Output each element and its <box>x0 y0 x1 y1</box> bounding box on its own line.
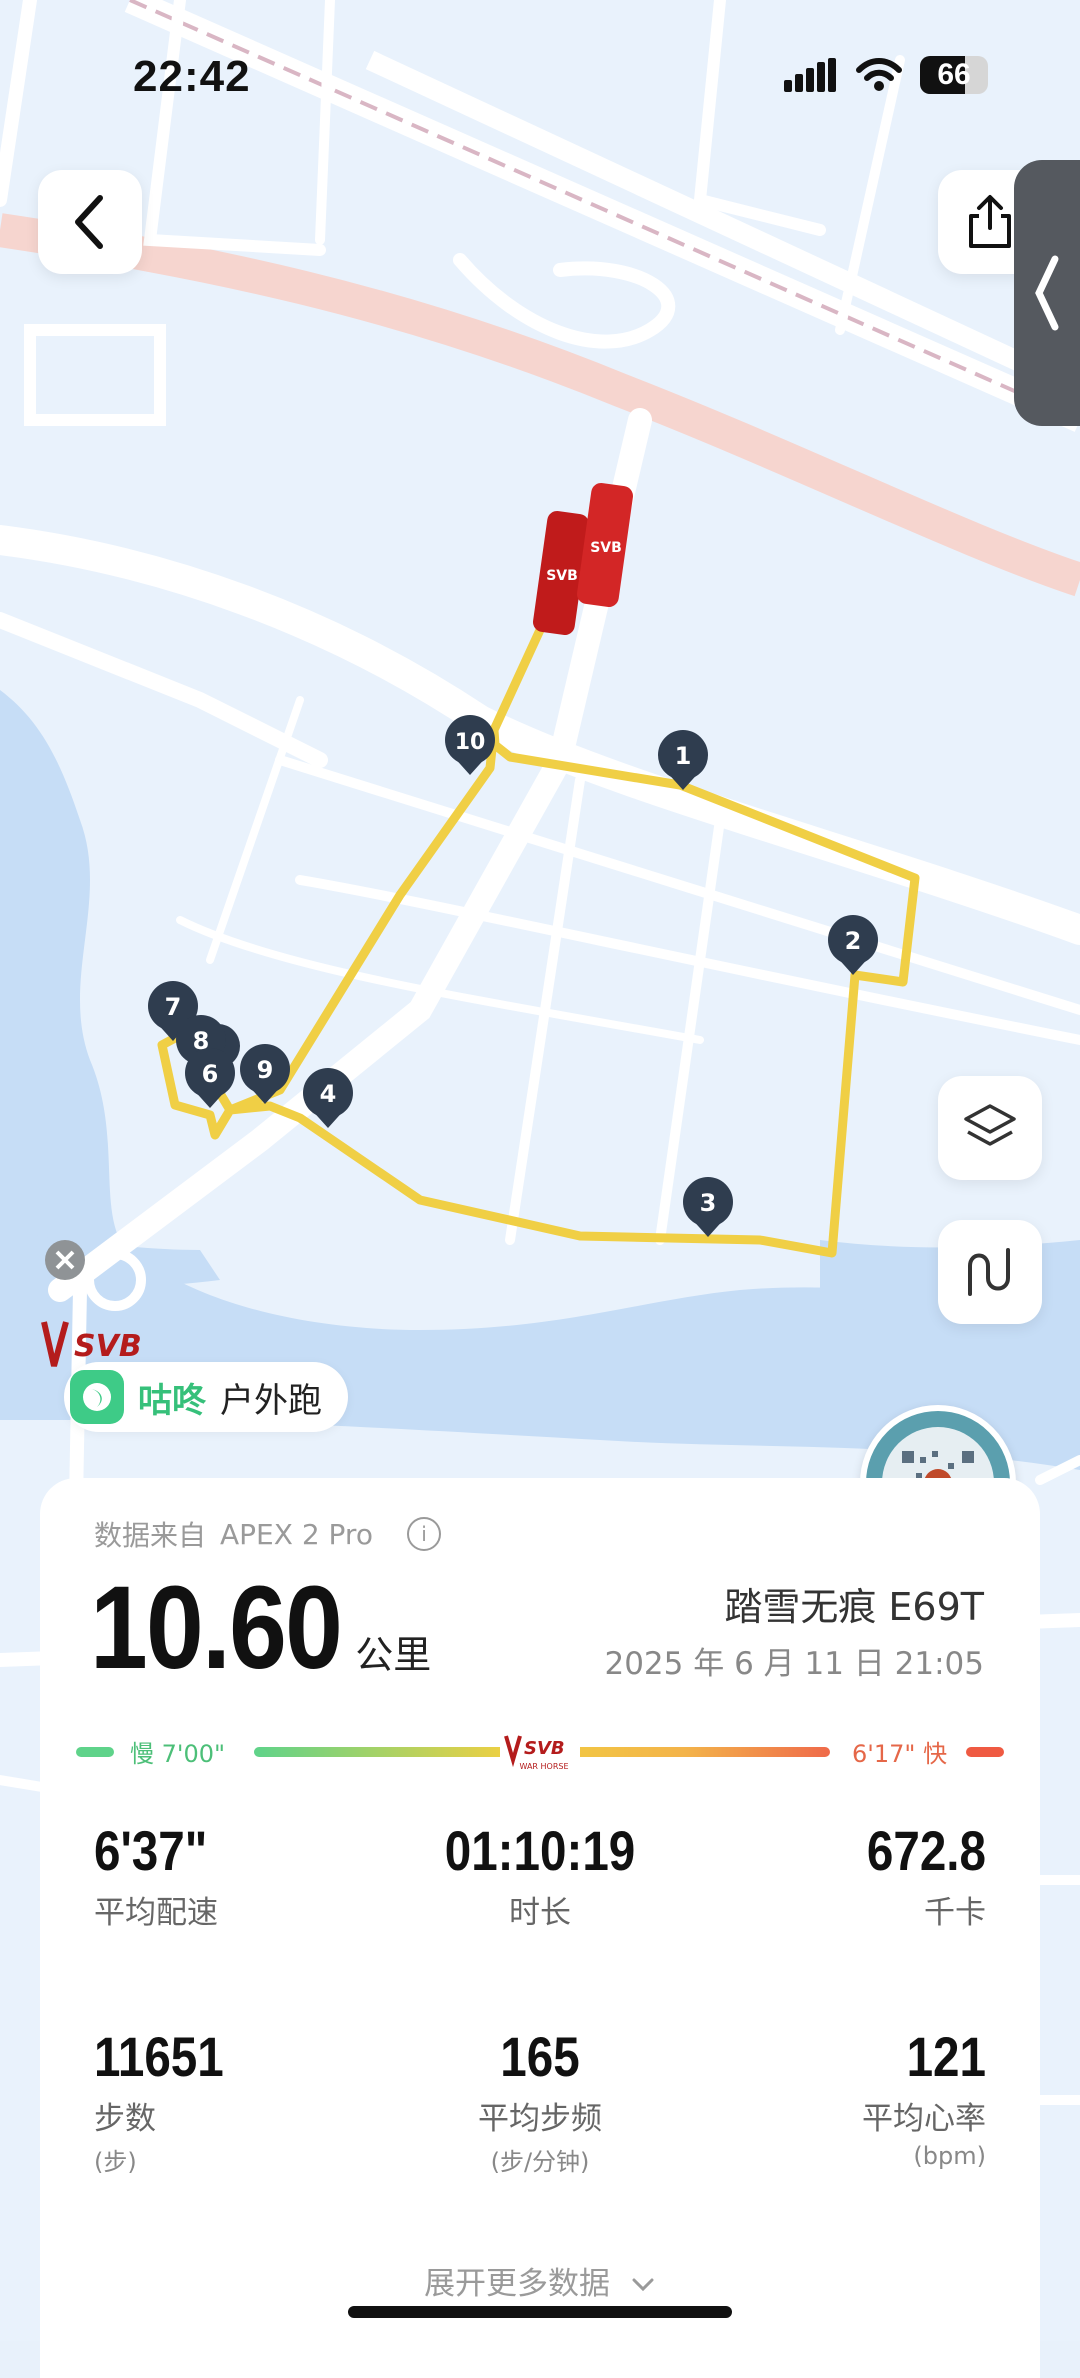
device-name: APEX 2 Pro <box>220 1517 373 1551</box>
battery-icon: 66 <box>920 56 988 94</box>
back-button[interactable] <box>38 170 142 274</box>
map-layers-button[interactable] <box>938 1076 1042 1180</box>
svg-text:6: 6 <box>202 1060 219 1088</box>
stat-value: 11651 <box>94 2025 224 2088</box>
svg-text:SVB: SVB <box>590 540 622 556</box>
stat-steps: 11651 步数 (步) <box>94 2024 394 2177</box>
stat-unit: (bpm) <box>913 2142 986 2170</box>
svg-text:4: 4 <box>320 1080 337 1108</box>
svg-text:7: 7 <box>165 993 182 1021</box>
stat-label: 平均步频 <box>478 2101 602 2137</box>
side-drawer-handle[interactable] <box>1014 160 1080 426</box>
route-style-button[interactable] <box>938 1220 1042 1324</box>
stat-avg-pace: 6'37" 平均配速 <box>94 1818 394 1932</box>
status-time: 22:42 <box>133 52 251 101</box>
svg-text:SVB: SVB <box>74 1329 142 1364</box>
svg-text:9: 9 <box>257 1056 274 1084</box>
route-curve-icon <box>968 1248 1010 1296</box>
expand-more-button[interactable]: 展开更多数据 <box>40 2258 1040 2303</box>
pace-range-bar: 慢 7'00" 6'17" 快 SVB WAR HORSE <box>76 1732 1004 1772</box>
svg-text:WAR HORSE: WAR HORSE <box>519 1762 568 1771</box>
stat-label: 平均配速 <box>94 1895 218 1931</box>
stat-value: 121 <box>906 2025 986 2088</box>
data-source-label: 数据来自 <box>94 1519 207 1552</box>
pace-fast-label: 6'17" 快 <box>852 1740 947 1768</box>
stat-calories: 672.8 千卡 <box>686 1818 986 1932</box>
svg-text:10: 10 <box>455 730 486 755</box>
share-icon <box>969 195 1011 248</box>
stat-label: 步数 <box>94 2101 156 2137</box>
stat-label: 千卡 <box>924 1895 986 1931</box>
distance-unit: 公里 <box>355 1633 432 1677</box>
wifi-icon <box>856 58 902 91</box>
svg-text:1: 1 <box>675 742 692 770</box>
stat-duration: 01:10:19 时长 <box>390 1818 690 1932</box>
app-name: 咕咚 <box>138 1380 206 1421</box>
stat-value: 672.8 <box>866 1819 986 1882</box>
svg-text:3: 3 <box>700 1189 717 1217</box>
stat-heart-rate: 121 平均心率 (bpm) <box>686 2024 986 2170</box>
svg-text:SVB: SVB <box>524 1738 565 1759</box>
data-source: 数据来自 APEX 2 Pro i <box>94 1514 441 1554</box>
stat-unit: (步/分钟) <box>490 2148 590 2176</box>
stat-value: 01:10:19 <box>444 1819 636 1882</box>
stat-cadence: 165 平均步频 (步/分钟) <box>390 2024 690 2177</box>
info-icon[interactable]: i <box>406 1517 441 1551</box>
activity-type: 户外跑 <box>220 1380 322 1421</box>
status-icons: 66 <box>784 56 988 94</box>
layers-icon <box>964 1104 1016 1146</box>
summary-panel: 数据来自 APEX 2 Pro i 10.60 公里 踏雪无痕 E69T 202… <box>40 1478 1040 2378</box>
stat-label: 平均心率 <box>862 2101 986 2137</box>
distance-block: 10.60 公里 <box>90 1560 431 1696</box>
stat-unit: (步) <box>94 2148 137 2176</box>
chevron-left-icon <box>1035 255 1059 331</box>
distance-value: 10.60 <box>90 1562 343 1694</box>
expand-more-label: 展开更多数据 <box>424 2266 611 2302</box>
chevron-left-icon <box>75 195 103 249</box>
app-logo-icon <box>70 1370 124 1424</box>
run-datetime: 2025 年 6 月 11 日 21:05 <box>604 1646 984 1682</box>
svg-text:2: 2 <box>845 927 862 955</box>
stat-value: 165 <box>500 2025 580 2088</box>
pace-slow-label: 慢 7'00" <box>130 1740 225 1768</box>
shoe-name[interactable]: 踏雪无痕 E69T <box>724 1576 984 1631</box>
home-indicator[interactable] <box>348 2306 732 2318</box>
stat-value: 6'37" <box>94 1819 208 1882</box>
app-brand-chip: 咕咚 户外跑 <box>64 1362 348 1432</box>
sponsor-logo: SVB WAR HORSE <box>500 1732 580 1772</box>
svg-text:SVB: SVB <box>546 568 578 584</box>
chevron-down-icon <box>632 2278 654 2292</box>
close-icon[interactable] <box>45 1240 85 1280</box>
stat-label: 时长 <box>509 1895 571 1931</box>
signal-icon <box>784 58 836 92</box>
